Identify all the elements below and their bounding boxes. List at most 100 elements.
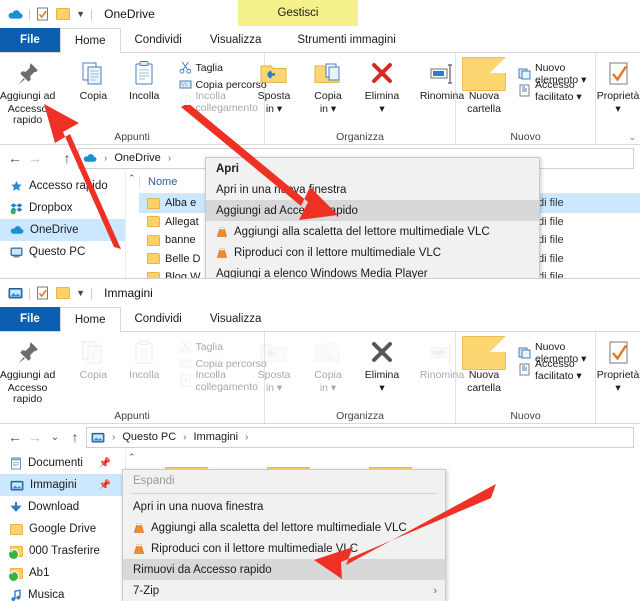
btn-nuova-cartella[interactable]: Nuova cartella (456, 57, 512, 117)
menu-item-label: Aggiungi ad Accesso rapido (216, 204, 358, 217)
qat-separator-1: | (28, 7, 32, 21)
pin-icon[interactable]: 📌 (99, 458, 111, 469)
tab-condividi[interactable]: Condividi (121, 28, 196, 52)
ribbon-group-label: Appunti (114, 410, 150, 422)
btn-elimina[interactable]: Elimina ▾ (354, 57, 410, 117)
breadcrumb-questo-pc[interactable]: Questo PC (122, 431, 176, 443)
nav-item-onedrive[interactable]: OneDrive (0, 219, 125, 241)
menu-item-rimuovi-accesso-rapido[interactable]: Rimuovi da Accesso rapido (123, 559, 445, 580)
btn-accesso-facilitato[interactable]: Accesso facilitato ▾ (516, 79, 595, 103)
menu-item-label: Apri (216, 162, 239, 175)
btn-label-line1: Sposta (257, 90, 291, 102)
btn-label: Taglia (195, 61, 223, 74)
btn-copia[interactable]: Copia (69, 57, 118, 104)
documents-icon (10, 457, 22, 470)
breadcrumb-onedrive[interactable]: OneDrive (114, 152, 160, 164)
btn-label-line2: cartella (467, 103, 501, 115)
window2-context-menu[interactable]: Espandi Apri in una nuova finestra Aggiu… (122, 469, 446, 601)
forward-button[interactable]: → (26, 429, 44, 445)
properties-check-icon[interactable] (36, 7, 49, 21)
btn-nuova-cartella[interactable]: Nuova cartella (456, 336, 512, 396)
menu-item-apri-nuova-finestra[interactable]: Apri in una nuova finestra (206, 179, 539, 200)
nav-item-google-drive[interactable]: Google Drive (0, 518, 125, 540)
back-button[interactable]: ← (6, 150, 24, 166)
btn-proprieta[interactable]: Proprietà ▾ (591, 57, 640, 117)
menu-separator (131, 493, 437, 494)
nav-item-documenti[interactable]: Documenti 📌 (0, 452, 125, 474)
nav-item-questo-pc[interactable]: Questo PC (0, 241, 125, 263)
tab-home[interactable]: Home (59, 28, 121, 53)
btn-elimina[interactable]: Elimina ▾ (354, 336, 410, 396)
btn-label-line1: Copia (314, 369, 342, 381)
menu-item-aggiungi-accesso-rapido[interactable]: Aggiungi ad Accesso rapido (206, 200, 539, 221)
new-folder-icon[interactable] (56, 287, 71, 299)
tab-visualizza[interactable]: Visualizza (196, 28, 276, 52)
nav-item-dropbox[interactable]: Dropbox (0, 197, 125, 219)
menu-item-riproduci-vlc[interactable]: Riproduci con il lettore multimediale VL… (123, 538, 445, 559)
tab-file[interactable]: File (0, 307, 60, 331)
forward-button[interactable]: → (26, 150, 44, 166)
delete-x-icon (369, 59, 395, 89)
back-button[interactable]: ← (6, 429, 24, 445)
menu-item-aggiungi-scaletta-vlc[interactable]: Aggiungi alla scaletta del lettore multi… (123, 517, 445, 538)
tab-strumenti-immagini[interactable]: Strumenti immagini (283, 28, 410, 52)
menu-item-apri-nuova-finestra[interactable]: Apri in una nuova finestra (123, 496, 445, 517)
recent-locations-button[interactable]: ⌄ (46, 432, 64, 443)
btn-sposta-in[interactable]: Sposta in ▾ (246, 57, 302, 117)
properties-check-icon[interactable] (36, 286, 49, 300)
properties-check-icon (605, 338, 631, 368)
window1-nav-splitter[interactable]: ⌃ (125, 171, 139, 293)
menu-item-7zip[interactable]: 7-Zip › (123, 580, 445, 601)
nav-item-000-trasferire[interactable]: 000 Trasferire (0, 540, 125, 562)
ribbon-group-organizza: Sposta in ▾ Copia in ▾ Elimina ▾ Rinomin… (258, 53, 464, 144)
nav-item-download[interactable]: Download (0, 496, 125, 518)
pictures-folder-icon (91, 432, 105, 443)
chevron-up-icon[interactable]: ⌃ (128, 173, 136, 184)
vlc-cone-icon (216, 247, 228, 259)
customize-qat-icon[interactable]: ▼ (76, 9, 85, 19)
up-button[interactable]: ↑ (66, 429, 84, 445)
new-item-icon (518, 346, 531, 359)
menu-item-riproduci-vlc[interactable]: Riproduci con il lettore multimediale VL… (206, 242, 539, 263)
menu-item-label: Riproduci con il lettore multimediale VL… (151, 542, 359, 555)
window1-context-menu[interactable]: Apri Apri in una nuova finestra Aggiungi… (205, 157, 540, 285)
btn-copia-in[interactable]: Copia in ▾ (302, 57, 354, 117)
tab-home[interactable]: Home (59, 307, 121, 332)
btn-aggiungi-accesso-rapido[interactable]: Aggiungi ad Accesso rapido (0, 57, 69, 128)
breadcrumb-separator-trailing[interactable]: › (245, 432, 248, 443)
ribbon-collapse-chevron[interactable]: ⌄ (628, 132, 636, 143)
breadcrumb-immagini[interactable]: Immagini (194, 431, 239, 443)
btn-incolla[interactable]: Incolla (118, 57, 171, 104)
up-button[interactable]: ↑ (58, 150, 76, 166)
address-breadcrumb-box[interactable]: › Questo PC › Immagini › (86, 426, 634, 448)
customize-qat-icon[interactable]: ▼ (76, 288, 85, 298)
nav-item-label: 000 Trasferire (29, 545, 100, 557)
btn-aggiungi-accesso-rapido[interactable]: Aggiungi ad Accesso rapido (0, 336, 69, 407)
chevron-right-icon: › (433, 584, 437, 597)
nav-item-musica[interactable]: Musica (0, 584, 125, 601)
breadcrumb-separator-trailing[interactable]: › (168, 153, 171, 164)
menu-item-label: Aggiungi alla scaletta del lettore multi… (234, 225, 490, 238)
nav-item-immagini[interactable]: Immagini 📌 (0, 474, 125, 496)
nav-item-ab1[interactable]: Ab1 (0, 562, 125, 584)
chevron-up-icon[interactable]: ⌃ (128, 452, 136, 463)
ribbon-group-label: Appunti (114, 131, 150, 143)
nav-item-accesso-rapido[interactable]: Accesso rapido (0, 175, 125, 197)
move-to-icon (259, 338, 289, 368)
tab-condividi[interactable]: Condividi (121, 307, 196, 331)
menu-item-apri[interactable]: Apri (206, 158, 539, 179)
btn-label-line2: cartella (467, 382, 501, 394)
menu-item-aggiungi-scaletta-vlc[interactable]: Aggiungi alla scaletta del lettore multi… (206, 221, 539, 242)
btn-proprieta[interactable]: Proprietà ▾ (591, 336, 640, 396)
btn-label-line2: in ▾ (265, 103, 283, 115)
tab-visualizza[interactable]: Visualizza (196, 307, 276, 331)
rename-icon (427, 338, 457, 368)
copy-icon (80, 338, 106, 368)
tab-file[interactable]: File (0, 28, 60, 52)
pin-icon[interactable]: 📌 (99, 480, 111, 491)
onedrive-cloud-icon (10, 225, 24, 235)
btn-accesso-facilitato[interactable]: Accesso facilitato ▾ (516, 358, 595, 382)
new-folder-icon[interactable] (56, 8, 71, 20)
menu-item-espandi[interactable]: Espandi (123, 470, 445, 491)
copy-icon (80, 59, 106, 89)
